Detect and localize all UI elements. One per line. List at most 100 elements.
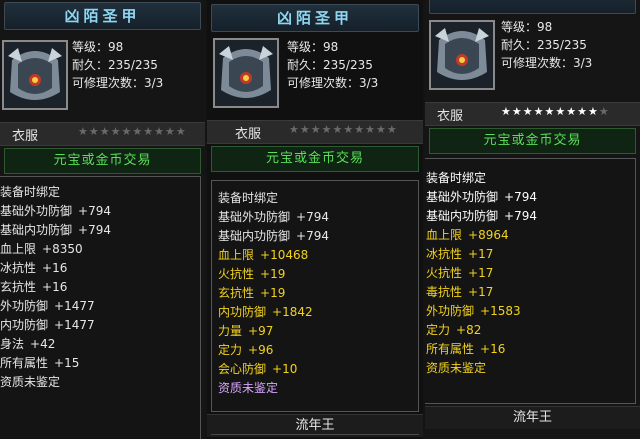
star-icon: ★ bbox=[299, 123, 311, 136]
star-icon: ★ bbox=[121, 125, 133, 138]
durability-text: 耐久：235/235 bbox=[72, 58, 158, 72]
repair-count-text: 可修理次数：3/3 bbox=[287, 76, 379, 90]
owner-name: 流年王 bbox=[425, 406, 640, 429]
attribute-row: 资质未鉴定 bbox=[0, 373, 194, 392]
attribute-label: 外功防御 bbox=[426, 304, 475, 318]
attribute-row: 玄抗性 +19 bbox=[218, 284, 412, 303]
attribute-label: 会心防御 bbox=[218, 362, 267, 376]
trade-type-label: 元宝或金币交易 bbox=[211, 146, 419, 172]
attribute-value: +16 bbox=[42, 280, 68, 294]
attribute-label: 所有属性 bbox=[426, 342, 475, 356]
armor-portrait-icon bbox=[2, 40, 68, 110]
attribute-value: +42 bbox=[30, 337, 56, 351]
attribute-row: 基础外功防御 +794 bbox=[218, 208, 412, 227]
attribute-row: 装备时绑定 bbox=[0, 183, 194, 202]
attribute-value: +96 bbox=[248, 343, 274, 357]
attribute-row: 所有属性 +15 bbox=[0, 354, 194, 373]
star-icon: ★ bbox=[354, 123, 366, 136]
attribute-row: 力量 +97 bbox=[218, 322, 412, 341]
item-type-row: 衣服 ★★★★★★★★★★ bbox=[0, 122, 205, 146]
item-tooltip-3: 等级：98 耐久：235/235 可修理次数：3/3 衣服 ★★★★★★★★★★… bbox=[425, 0, 640, 439]
attribute-list: 装备时绑定 基础外功防御 +794 基础内功防御 +794 血上限 +8350 冰抗性 +16 玄… bbox=[0, 177, 200, 392]
item-stats: 等级：98 耐久：235/235 可修理次数：3/3 bbox=[287, 38, 378, 92]
attribute-label: 玄抗性 bbox=[218, 286, 255, 300]
attribute-row: 基础内功防御 +794 bbox=[218, 227, 412, 246]
attribute-value: +794 bbox=[504, 190, 537, 204]
attribute-label: 外功防御 bbox=[0, 299, 49, 313]
attribute-row: 毒抗性 +17 bbox=[426, 283, 629, 302]
attribute-value: +17 bbox=[468, 247, 494, 261]
attribute-row: 基础内功防御 +794 bbox=[0, 221, 194, 240]
attribute-label: 定力 bbox=[426, 323, 451, 337]
attribute-value: +17 bbox=[468, 266, 494, 280]
attribute-value: +1477 bbox=[54, 299, 95, 313]
star-icon: ★ bbox=[588, 105, 599, 118]
attribute-value: +8964 bbox=[468, 228, 509, 242]
attribute-value: +1842 bbox=[272, 305, 313, 319]
star-icon: ★ bbox=[501, 105, 512, 118]
item-title bbox=[429, 0, 636, 14]
attribute-label: 血上限 bbox=[426, 228, 463, 242]
attribute-label: 玄抗性 bbox=[0, 280, 37, 294]
attribute-row: 血上限 +8964 bbox=[426, 226, 629, 245]
item-tooltip-1: 凶陌圣甲 等级：98 耐久：235/235 可修理次数：3/3 衣服 ★★★★★… bbox=[0, 0, 205, 439]
star-icon: ★ bbox=[522, 105, 534, 118]
level-text: 等级：98 bbox=[287, 40, 339, 54]
star-icon: ★ bbox=[332, 123, 344, 136]
attribute-value: +794 bbox=[296, 210, 329, 224]
item-title: 凶陌圣甲 bbox=[211, 4, 419, 32]
armor-portrait-icon bbox=[213, 38, 279, 108]
attribute-label: 装备时绑定 bbox=[426, 171, 487, 185]
star-icon: ★ bbox=[555, 105, 567, 118]
attribute-row: 火抗性 +19 bbox=[218, 265, 412, 284]
level-text: 等级：98 bbox=[501, 20, 553, 34]
attribute-value: +15 bbox=[54, 356, 80, 370]
attribute-row: 基础内功防御 +794 bbox=[426, 207, 629, 226]
attribute-label: 基础外功防御 bbox=[0, 204, 73, 218]
repair-count-text: 可修理次数：3/3 bbox=[72, 76, 164, 90]
repair-count-text: 可修理次数：3/3 bbox=[501, 56, 593, 70]
attribute-row: 冰抗性 +16 bbox=[0, 259, 194, 278]
item-title: 凶陌圣甲 bbox=[4, 2, 201, 30]
item-type-row: 衣服 ★★★★★★★★★★ bbox=[425, 102, 640, 126]
attribute-label: 基础外功防御 bbox=[426, 190, 499, 204]
trade-type-label: 元宝或金币交易 bbox=[4, 148, 201, 174]
divider bbox=[211, 434, 419, 439]
attribute-row: 资质未鉴定 bbox=[218, 379, 412, 398]
star-icon: ★ bbox=[343, 123, 355, 136]
attribute-value: +16 bbox=[480, 342, 506, 356]
attribute-value: +1477 bbox=[54, 318, 95, 332]
attribute-value: +794 bbox=[78, 223, 111, 237]
attribute-row: 身法 +42 bbox=[0, 335, 194, 354]
star-icon: ★ bbox=[175, 125, 187, 138]
attribute-row: 玄抗性 +16 bbox=[0, 278, 194, 297]
star-icon: ★ bbox=[598, 105, 610, 118]
attribute-label: 血上限 bbox=[0, 242, 37, 256]
item-stats: 等级：98 耐久：235/235 可修理次数：3/3 bbox=[72, 38, 163, 92]
attribute-value: +10468 bbox=[260, 248, 309, 262]
star-rating: ★★★★★★★★★★ bbox=[501, 105, 610, 118]
attribute-box: 装备时绑定 基础外功防御 +794 基础内功防御 +794 血上限 +8964 冰抗性 +17 火… bbox=[425, 158, 636, 404]
attribute-label: 内功防御 bbox=[0, 318, 49, 332]
star-icon: ★ bbox=[577, 105, 588, 118]
star-icon: ★ bbox=[544, 105, 556, 118]
durability-text: 耐久：235/235 bbox=[287, 58, 373, 72]
attribute-label: 装备时绑定 bbox=[0, 185, 61, 199]
star-icon: ★ bbox=[511, 105, 523, 118]
attribute-row: 基础外功防御 +794 bbox=[426, 188, 629, 207]
attribute-row: 定力 +82 bbox=[426, 321, 629, 340]
attribute-value: +19 bbox=[260, 286, 286, 300]
attribute-box: 装备时绑定 基础外功防御 +794 基础内功防御 +794 血上限 +10468 火抗性 +19… bbox=[211, 180, 419, 412]
attribute-value: +17 bbox=[468, 285, 494, 299]
attribute-value: +794 bbox=[504, 209, 537, 223]
attribute-row: 装备时绑定 bbox=[218, 189, 412, 208]
attribute-value: +8350 bbox=[42, 242, 83, 256]
attribute-value: +19 bbox=[260, 267, 286, 281]
attribute-label: 装备时绑定 bbox=[218, 191, 279, 205]
item-type-label: 衣服 bbox=[437, 109, 464, 124]
star-icon: ★ bbox=[533, 105, 545, 118]
attribute-row: 内功防御 +1842 bbox=[218, 303, 412, 322]
attribute-label: 基础内功防御 bbox=[426, 209, 499, 223]
attribute-row: 定力 +96 bbox=[218, 341, 412, 360]
attribute-value: +10 bbox=[272, 362, 298, 376]
